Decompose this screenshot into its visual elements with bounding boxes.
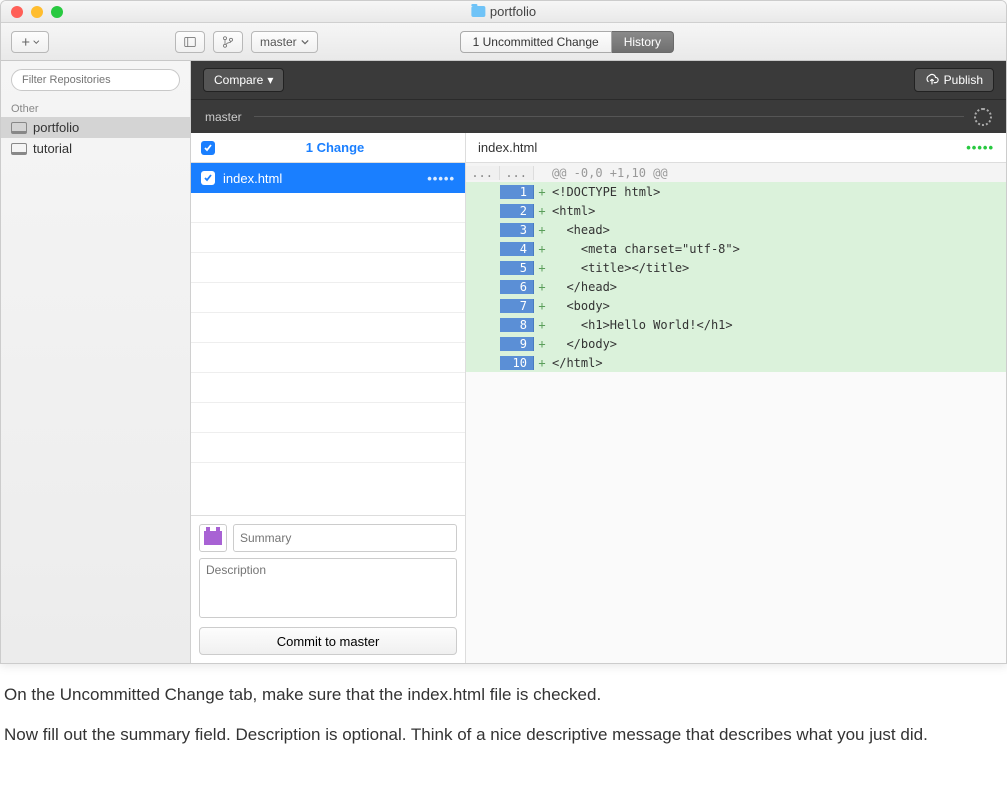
diff-indicator-icon: ••••• — [427, 171, 455, 186]
diff-line: 3+ <head> — [466, 220, 1006, 239]
diff-indicator-icon: ••••• — [966, 140, 994, 155]
repo-item-label: tutorial — [33, 141, 72, 156]
sidebar-toggle-button[interactable] — [175, 31, 205, 53]
file-checkbox[interactable] — [201, 171, 215, 185]
maximize-window-button[interactable] — [51, 6, 63, 18]
branch-selector[interactable]: master — [251, 31, 318, 53]
minimize-window-button[interactable] — [31, 6, 43, 18]
changed-file-row[interactable]: index.html ••••• — [191, 163, 465, 193]
changes-header: 1 Change — [191, 133, 465, 163]
close-window-button[interactable] — [11, 6, 23, 18]
diff-line: 1+<!DOCTYPE html> — [466, 182, 1006, 201]
diff-column: index.html ••••• ...... @@ -0,0 +1,10 @@… — [466, 133, 1006, 663]
repo-icon — [11, 122, 27, 134]
folder-icon — [471, 6, 485, 17]
avatar-icon — [199, 524, 227, 552]
publish-button[interactable]: Publish — [914, 68, 994, 92]
diff-line: 7+ <body> — [466, 296, 1006, 315]
repo-item-label: portfolio — [33, 120, 79, 135]
tab-history[interactable]: History — [612, 31, 674, 53]
diff-header: index.html ••••• — [466, 133, 1006, 163]
branch-selector-label: master — [260, 35, 297, 49]
toolbar: master 1 Uncommitted Change History — [1, 23, 1006, 61]
filter-repos-input[interactable] — [11, 69, 180, 91]
diff-filename: index.html — [478, 140, 537, 155]
changes-count: 1 Change — [215, 140, 455, 155]
window-title-text: portfolio — [490, 4, 536, 19]
diff-body[interactable]: ...... @@ -0,0 +1,10 @@ 1+<!DOCTYPE html… — [466, 163, 1006, 663]
diff-line: 6+ </head> — [466, 277, 1006, 296]
branch-icon-button[interactable] — [213, 31, 243, 53]
app-window: portfolio master 1 Uncommitted Change Hi… — [0, 0, 1007, 664]
compare-bar: Compare ▾ Publish master — [191, 61, 1006, 133]
repo-item-tutorial[interactable]: tutorial — [1, 138, 190, 159]
view-tabs: 1 Uncommitted Change History — [460, 31, 674, 53]
commit-form: Commit to master — [191, 515, 465, 663]
commit-button[interactable]: Commit to master — [199, 627, 457, 655]
diff-line: 8+ <h1>Hello World!</h1> — [466, 315, 1006, 334]
diff-line: 9+ </body> — [466, 334, 1006, 353]
diff-line: 5+ <title></title> — [466, 258, 1006, 277]
diff-hunk-header: ...... @@ -0,0 +1,10 @@ — [466, 163, 1006, 182]
instruction-line: Now fill out the summary field. Descript… — [4, 722, 1003, 748]
changed-file-name: index.html — [223, 171, 282, 186]
sync-icon[interactable] — [974, 108, 992, 126]
tab-uncommitted-changes[interactable]: 1 Uncommitted Change — [460, 31, 612, 53]
diff-line: 10+</html> — [466, 353, 1006, 372]
main-panel: Compare ▾ Publish master — [191, 61, 1006, 663]
titlebar: portfolio — [1, 1, 1006, 23]
compare-button[interactable]: Compare ▾ — [203, 68, 284, 92]
window-controls — [1, 6, 63, 18]
diff-line: 2+<html> — [466, 201, 1006, 220]
empty-file-list — [191, 193, 465, 515]
repo-item-portfolio[interactable]: portfolio — [1, 117, 190, 138]
repo-sidebar: Other portfolio tutorial — [1, 61, 191, 663]
diff-line: 4+ <meta charset="utf-8"> — [466, 239, 1006, 258]
select-all-checkbox[interactable] — [201, 141, 215, 155]
instructions: On the Uncommitted Change tab, make sure… — [0, 664, 1007, 771]
commit-description-input[interactable] — [199, 558, 457, 618]
commit-summary-input[interactable] — [233, 524, 457, 552]
changes-column: 1 Change index.html ••••• — [191, 133, 466, 663]
repo-icon — [11, 143, 27, 155]
window-title: portfolio — [471, 4, 536, 19]
add-menu-button[interactable] — [11, 31, 49, 53]
chevron-down-icon: ▾ — [267, 73, 273, 87]
sidebar-section-label: Other — [1, 99, 190, 117]
branch-name: master — [205, 110, 242, 124]
instruction-line: On the Uncommitted Change tab, make sure… — [4, 682, 1003, 708]
timeline-line — [254, 116, 964, 117]
